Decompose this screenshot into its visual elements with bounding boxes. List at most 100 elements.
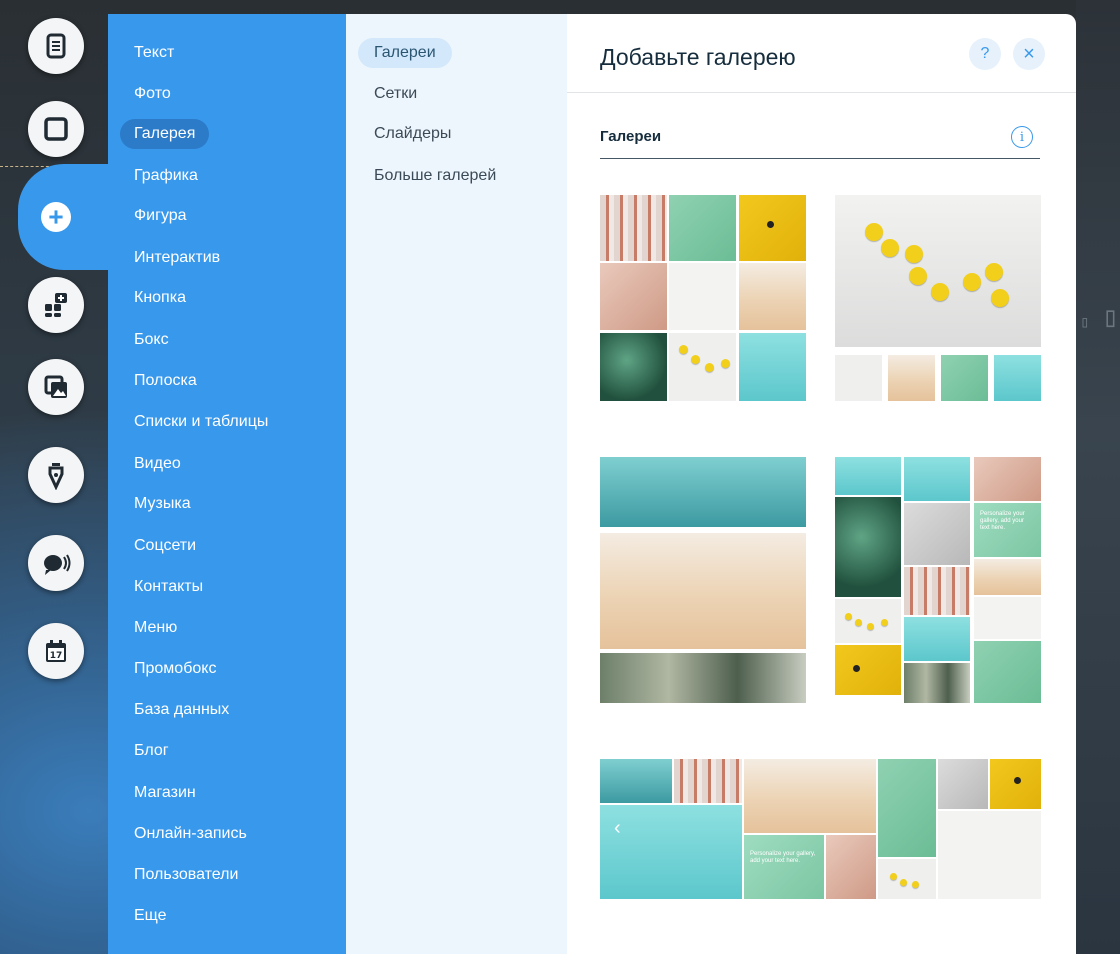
gallery-preset-grid[interactable] bbox=[600, 195, 806, 401]
door-knob bbox=[853, 665, 860, 672]
gallery-tile-image bbox=[669, 333, 736, 401]
gallery-thumb-image bbox=[941, 355, 988, 401]
media-button[interactable] bbox=[28, 359, 84, 415]
category-contacts[interactable]: Контакты bbox=[120, 572, 217, 602]
gallery-tile-image bbox=[974, 457, 1041, 501]
category-database[interactable]: База данных bbox=[120, 695, 243, 725]
gallery-thumb-image bbox=[835, 355, 882, 401]
gallery-tile-image bbox=[600, 195, 667, 261]
chat-icon bbox=[44, 554, 71, 575]
blog-button[interactable] bbox=[28, 447, 84, 503]
category-strip[interactable]: Полоска bbox=[120, 366, 211, 396]
lemon bbox=[909, 267, 927, 285]
category-members[interactable]: Пользователи bbox=[120, 860, 252, 890]
gallery-tile-image bbox=[600, 653, 806, 703]
category-music[interactable]: Музыка bbox=[120, 489, 205, 519]
lemon bbox=[900, 879, 907, 886]
category-box[interactable]: Бокс bbox=[120, 325, 183, 355]
gallery-preset-slideshow[interactable] bbox=[835, 195, 1041, 401]
gallery-preset-slider[interactable]: ‹ Personalize your gallery, add your tex… bbox=[600, 759, 1041, 899]
gallery-tile-image bbox=[904, 457, 970, 501]
add-icon bbox=[41, 202, 71, 232]
canvas-decoration: ▯ bbox=[1080, 312, 1090, 331]
category-menu[interactable]: Меню bbox=[120, 613, 191, 643]
gallery-tile-image bbox=[826, 835, 876, 899]
gallery-tile-image: ‹ bbox=[600, 805, 742, 899]
gallery-tile-image bbox=[990, 759, 1041, 809]
category-text[interactable]: Текст bbox=[120, 38, 188, 68]
category-photo[interactable]: Фото bbox=[120, 79, 185, 109]
background-button[interactable] bbox=[28, 101, 84, 157]
gallery-tile-image bbox=[904, 617, 970, 661]
gallery-panel: Добавьте галерею ? × Галереи i Personali… bbox=[567, 14, 1076, 954]
gallery-tile-image bbox=[744, 759, 876, 833]
media-icon bbox=[44, 375, 67, 398]
subcategory-grids[interactable]: Сетки bbox=[358, 79, 433, 109]
category-list: Текст Фото Галерея Графика Фигура Интера… bbox=[108, 14, 346, 954]
overlay-caption: Personalize your gallery, add your text … bbox=[750, 851, 816, 864]
lemon bbox=[890, 873, 897, 880]
panel-title: Добавьте галерею bbox=[600, 44, 796, 70]
category-gallery[interactable]: Галерея bbox=[120, 119, 210, 149]
apps-button[interactable] bbox=[28, 277, 84, 333]
gallery-thumb-image bbox=[994, 355, 1041, 401]
chat-button[interactable] bbox=[28, 535, 84, 591]
canvas-decoration: ▯ bbox=[1102, 300, 1119, 333]
subcategory-more-galleries[interactable]: Больше галерей bbox=[358, 161, 512, 191]
category-interactive[interactable]: Интерактив bbox=[120, 243, 234, 273]
gallery-tile-image bbox=[669, 263, 736, 330]
gallery-main-image bbox=[835, 195, 1041, 347]
subcategory-sliders[interactable]: Слайдеры bbox=[358, 119, 467, 149]
lemon bbox=[931, 283, 949, 301]
gallery-preset-stacked[interactable] bbox=[600, 457, 806, 703]
lemon bbox=[721, 359, 730, 368]
category-video[interactable]: Видео bbox=[120, 449, 195, 479]
subcategory-list: Галереи Сетки Слайдеры Больше галерей bbox=[346, 14, 567, 954]
help-button[interactable]: ? bbox=[969, 38, 1001, 70]
category-shape[interactable]: Фигура bbox=[120, 201, 201, 231]
gallery-text-tile: Personalize your gallery, add your text … bbox=[974, 503, 1041, 557]
category-lists-tables[interactable]: Списки и таблицы bbox=[120, 407, 282, 437]
apps-icon bbox=[45, 293, 67, 317]
lemon bbox=[855, 619, 862, 626]
gallery-text-tile: Personalize your gallery, add your text … bbox=[744, 835, 824, 899]
info-icon[interactable]: i bbox=[1011, 126, 1033, 148]
gallery-tile-image bbox=[835, 457, 901, 495]
category-more[interactable]: Еще bbox=[120, 901, 181, 931]
category-social[interactable]: Соцсети bbox=[120, 531, 210, 561]
add-panel-rail: 17 bbox=[0, 0, 112, 954]
lemon bbox=[881, 619, 888, 626]
slider-prev-arrow[interactable]: ‹ bbox=[614, 817, 621, 840]
category-bookings[interactable]: Онлайн-запись bbox=[120, 819, 261, 849]
category-store[interactable]: Магазин bbox=[120, 778, 210, 808]
gallery-tile-image bbox=[835, 645, 901, 695]
section-underline bbox=[600, 158, 1040, 159]
category-graphics[interactable]: Графика bbox=[120, 161, 212, 191]
door-knob bbox=[1014, 777, 1021, 784]
bookings-button[interactable]: 17 bbox=[28, 623, 84, 679]
lemon bbox=[691, 355, 700, 364]
gallery-tile-image bbox=[904, 663, 970, 703]
gallery-tile-image bbox=[669, 195, 736, 261]
gallery-tile-image bbox=[938, 811, 1041, 899]
category-promobox[interactable]: Промобокс bbox=[120, 654, 230, 684]
add-button[interactable] bbox=[28, 189, 84, 245]
gallery-preset-masonry[interactable]: Personalize your gallery, add your text … bbox=[835, 457, 1041, 703]
lemon bbox=[881, 239, 899, 257]
overlay-caption: Personalize your gallery, add your text … bbox=[980, 511, 1025, 531]
pages-button[interactable] bbox=[28, 18, 84, 74]
gallery-tile-image bbox=[974, 597, 1041, 639]
category-button[interactable]: Кнопка bbox=[120, 283, 200, 313]
gallery-tile-image bbox=[600, 533, 806, 649]
info-icon-glyph: i bbox=[1019, 129, 1025, 145]
calendar-number: 17 bbox=[50, 651, 63, 661]
category-blog[interactable]: Блог bbox=[120, 736, 183, 766]
close-icon: × bbox=[1023, 42, 1035, 65]
gallery-tile-image bbox=[739, 263, 806, 330]
gallery-tile-image bbox=[904, 503, 970, 565]
gallery-tile-image bbox=[878, 759, 936, 857]
subcategory-galleries[interactable]: Галереи bbox=[358, 38, 452, 68]
pen-icon bbox=[48, 463, 64, 490]
close-button[interactable]: × bbox=[1013, 38, 1045, 70]
lemon bbox=[867, 623, 874, 630]
